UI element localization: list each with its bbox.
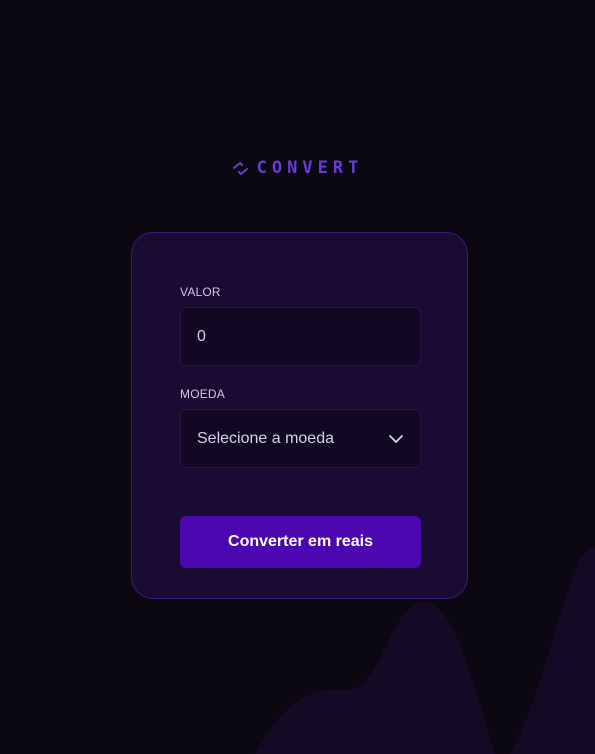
currency-select-value: Selecione a moeda — [197, 429, 334, 447]
logo-text: CONVERT — [256, 158, 364, 178]
converter-card: VALOR 0 MOEDA Selecione a moeda Converte… — [131, 232, 468, 599]
chevron-down-icon — [389, 434, 403, 443]
arrows-exchange-icon — [232, 161, 248, 175]
amount-input-value: 0 — [197, 327, 206, 345]
convert-button[interactable]: Converter em reais — [180, 516, 421, 568]
currency-label: MOEDA — [180, 387, 226, 401]
currency-select[interactable]: Selecione a moeda — [180, 409, 421, 468]
amount-label: VALOR — [180, 285, 221, 299]
amount-input[interactable]: 0 — [180, 307, 421, 366]
app-logo: CONVERT — [0, 158, 595, 178]
